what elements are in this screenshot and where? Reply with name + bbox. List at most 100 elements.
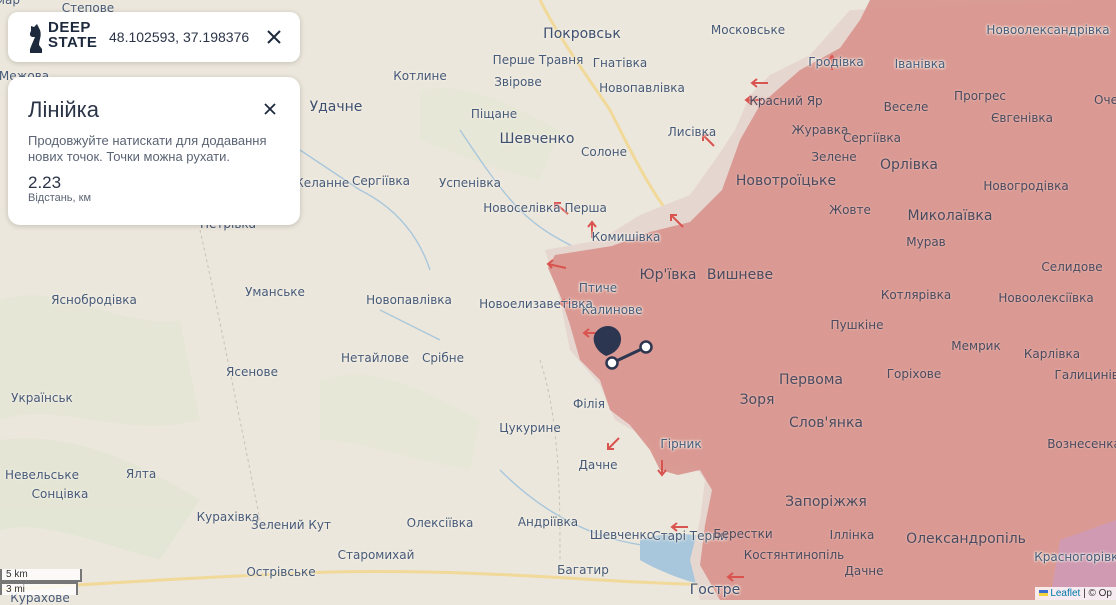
- place-label: Комишівка: [591, 230, 661, 244]
- place-label: Уманське: [245, 285, 305, 299]
- place-label: Красногорівка: [1034, 550, 1116, 564]
- place-label: Новоелизаветівка: [479, 297, 593, 311]
- place-label: Звірове: [494, 75, 542, 89]
- place-label: Яснобродівка: [51, 293, 137, 307]
- place-label: Багатир: [557, 563, 609, 577]
- place-label: Шевченко: [499, 131, 575, 147]
- place-label: Оче: [1094, 93, 1116, 107]
- place-label: Жовте: [829, 203, 871, 217]
- ruler-hint-text: Продовжуйте натискати для додавання нови…: [28, 133, 267, 164]
- place-label: Мемрик: [951, 339, 1001, 353]
- place-label: Дачне: [844, 564, 884, 578]
- place-label: Веселе: [883, 100, 929, 114]
- place-label: Удачне: [309, 99, 363, 115]
- place-label: Вишневе: [706, 267, 774, 283]
- place-label: Ясенове: [226, 365, 278, 379]
- place-label: Гродівка: [808, 55, 864, 69]
- place-label: Селидове: [1041, 260, 1103, 274]
- place-label: Орлівка: [879, 157, 939, 173]
- place-label: Острівське: [246, 565, 316, 579]
- place-label: Новоселівка Перша: [483, 201, 607, 215]
- ruler-panel: Лінійка Продовжуйте натискати для додава…: [8, 77, 300, 225]
- knight-icon: [29, 24, 42, 53]
- place-label: Сергіївка: [351, 174, 411, 188]
- place-label: Сергіївка: [842, 131, 902, 145]
- place-label: Успенівка: [439, 176, 501, 190]
- place-label: Зелене: [811, 150, 857, 164]
- scale-mi: 3 mi: [0, 582, 78, 595]
- place-label: Новопавлівка: [366, 293, 452, 307]
- place-label: Гостре: [689, 582, 741, 598]
- place-label: Філія: [573, 397, 605, 411]
- place-label: Котлярівка: [880, 288, 952, 302]
- logo-text-deep: DEEP: [48, 19, 91, 36]
- close-icon[interactable]: [264, 27, 284, 47]
- place-label: Юр'ївка: [639, 267, 697, 283]
- place-label: Новогродівка: [983, 179, 1069, 193]
- logo-wordmark: DEEP STATE: [48, 20, 97, 50]
- place-label: Запоріжжя: [785, 494, 867, 510]
- ruler-point-start: [605, 356, 619, 370]
- place-label: Новопавлівка: [599, 81, 685, 95]
- place-label: Євгенівка: [991, 111, 1053, 125]
- place-label: Шевченко: [589, 528, 655, 542]
- distance-value: 2.23: [28, 173, 62, 192]
- scale-km: 5 km: [0, 569, 82, 582]
- map-scale: 5 km 3 mi: [0, 569, 82, 595]
- place-label: Комар: [0, 0, 20, 7]
- place-label: Дачне: [578, 458, 618, 472]
- place-label: Берестки: [713, 527, 773, 541]
- place-label: Гнатівка: [592, 56, 648, 70]
- place-label: Слов'янка: [789, 415, 863, 431]
- place-label: Андріївка: [517, 515, 579, 529]
- place-label: Карлівка: [1023, 347, 1081, 361]
- place-label: Піщане: [470, 107, 518, 121]
- place-label: Пушкіне: [830, 318, 884, 332]
- place-label: Срібне: [422, 351, 464, 365]
- place-label: Невельське: [5, 468, 79, 482]
- place-label: Українськ: [11, 391, 73, 405]
- place-label: Костянтинопіль: [743, 548, 845, 562]
- place-label: Солоне: [581, 145, 627, 159]
- place-label: Птиче: [578, 281, 618, 295]
- place-label: Журавка: [791, 123, 849, 137]
- place-label: Ялта: [125, 467, 157, 481]
- place-label: Новоолексіївка: [998, 291, 1094, 305]
- logo-text-state: STATE: [48, 34, 98, 51]
- place-label: Перше Травня: [492, 53, 584, 67]
- place-label: Котлине: [393, 69, 447, 83]
- place-label: Мурав: [906, 235, 946, 249]
- place-label: Первома: [779, 372, 843, 388]
- place-label: Галицинівка: [1054, 368, 1116, 382]
- attribution-rest: | © Op: [1083, 588, 1112, 599]
- place-label: Курахівка: [196, 510, 260, 524]
- ruler-title: Лінійка: [28, 97, 99, 122]
- place-label: Старомихай: [337, 548, 415, 562]
- place-label: Гірник: [660, 437, 702, 451]
- place-label: Новоолександрівка: [986, 23, 1110, 37]
- place-label: Прогрес: [954, 89, 1006, 103]
- place-label: Олексіївка: [406, 516, 474, 530]
- coordinates-text: 48.102593, 37.198376: [109, 29, 250, 45]
- place-label: Цукурине: [499, 421, 561, 435]
- place-label: Московське: [710, 23, 786, 37]
- place-label: Горіхове: [886, 367, 942, 381]
- leaflet-link[interactable]: Leaflet: [1038, 588, 1084, 599]
- place-label: Сонцівка: [31, 487, 89, 501]
- map-attribution: Leaflet | © Op: [1034, 587, 1116, 600]
- place-label: Вознесенка: [1047, 437, 1116, 451]
- place-label: Іванівка: [894, 57, 946, 71]
- place-label: Покровськ: [543, 26, 621, 42]
- place-label: Миколаївка: [907, 208, 993, 224]
- close-ruler-icon[interactable]: [262, 101, 278, 117]
- leaflet-text: Leaflet: [1050, 588, 1081, 599]
- place-label: Іллінка: [829, 528, 875, 542]
- place-label: Нетайлове: [340, 351, 410, 365]
- header-card: DEEP STATE 48.102593, 37.198376: [8, 12, 300, 62]
- place-label: Новотроїцьке: [735, 173, 837, 189]
- place-label: Красний Яр: [749, 94, 823, 108]
- place-label: Зоря: [739, 392, 775, 408]
- distance-unit-label: Відстань, км: [28, 192, 92, 204]
- place-label: Лисівка: [667, 125, 717, 139]
- flag-icon: [1038, 590, 1048, 597]
